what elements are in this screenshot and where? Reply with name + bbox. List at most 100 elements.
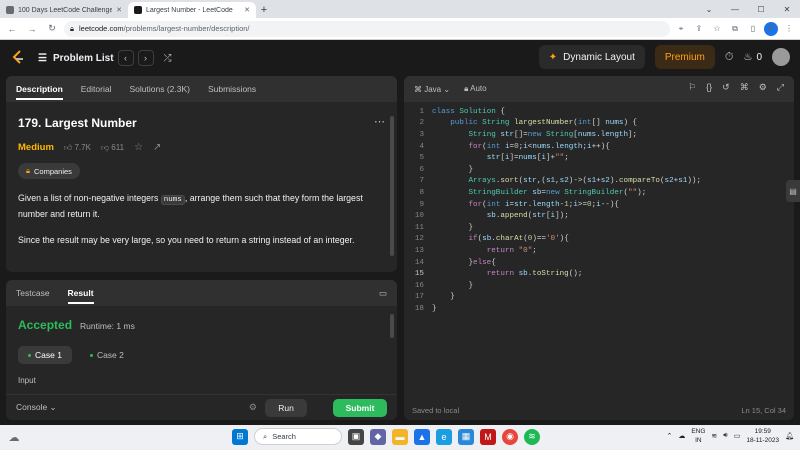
submit-button[interactable]: Submit [333,399,387,417]
back-icon[interactable]: ← [4,21,20,37]
tab-search-icon[interactable]: ⌄ [696,0,722,18]
search-label: Search [272,432,296,441]
console-button[interactable]: Console ⌄ [16,402,57,413]
cloud-icon[interactable]: ☁ [678,432,685,440]
minimize-icon[interactable]: — [722,0,748,18]
companies-tag[interactable]: 🔒︎ Companies [18,163,80,179]
prev-problem-button[interactable]: ‹ [117,50,134,66]
console-label: Console [16,402,48,412]
google-lens-icon[interactable]: ⌖ [674,22,688,36]
leetcode-favicon-icon [134,6,142,14]
language-indicator[interactable]: ENG IN [691,427,705,445]
leetcode-logo-icon[interactable] [10,50,26,66]
tab-solutions[interactable]: Solutions (2.3K) [129,84,189,94]
pass-dot-icon [89,353,93,357]
code-area[interactable]: 1 class Solution { 2 public String larges… [404,106,794,315]
like-button[interactable]: 👍︎ 7.7K [64,143,91,153]
settings-icon[interactable]: ⚙ [759,82,767,93]
bookmark-icon[interactable]: ⚐ [688,82,696,93]
forward-icon[interactable]: → [24,21,40,37]
shuffle-icon[interactable]: ⤮ [164,53,172,64]
taskbar-search[interactable]: ⌕ Search [254,428,342,445]
tab-title: Largest Number - LeetCode [146,6,233,14]
volume-icon[interactable]: 🔊︎ [723,432,727,440]
more-options-icon[interactable]: ⋯ [374,115,385,128]
code-line: 1 class Solution { [419,107,505,116]
problem-list-link[interactable]: ☰ Problem List [38,53,114,64]
mcafee-icon[interactable]: M [480,428,496,445]
case-2-tab[interactable]: Case 2 [80,346,134,364]
chevron-up-icon[interactable]: ⌃ [666,432,672,440]
code-line: 9 for(int i=str.length-1;i>=0;i--){ [419,200,619,209]
next-problem-button[interactable]: › [137,50,154,66]
url-input[interactable]: 🔒︎ leetcode.com/problems/largest-number/… [64,20,670,37]
notification-icon[interactable]: 🔔︎ [785,432,794,440]
side-panel-toggle-icon[interactable]: ▤ [786,180,800,202]
fullscreen-icon[interactable]: ⤢ [777,82,784,93]
star-icon[interactable]: ☆ [134,142,143,153]
sidebar-icon[interactable]: ▯ [746,22,760,36]
spotify-icon[interactable]: ≋ [524,428,540,445]
case-1-tab[interactable]: Case 1 [18,346,72,364]
description-panel: Description Editorial Solutions (2.3K) S… [6,76,397,272]
new-tab-button[interactable]: + [256,2,272,18]
tab-description[interactable]: Description [16,84,63,100]
share-icon[interactable]: ⇪ [692,22,706,36]
code-line: 5 str[i]=nums[i]+""; [419,154,569,163]
close-tab-icon[interactable]: ✕ [116,6,122,14]
profile-avatar[interactable]: P [764,21,778,36]
user-avatar[interactable] [772,48,790,66]
braces-icon[interactable]: {} [706,82,712,93]
menu-icon[interactable]: ⋮ [782,22,796,36]
close-window-icon[interactable]: ✕ [774,0,800,18]
code-line: 3 String str[]=new String[nums.length]; [419,130,638,139]
tab-submissions[interactable]: Submissions [208,84,256,94]
tab-result[interactable]: Result [67,288,94,304]
dynamic-layout-button[interactable]: ✦ Dynamic Layout [538,45,645,69]
debug-icon[interactable]: ⚙ [249,402,257,413]
close-tab-icon[interactable]: ✕ [244,6,250,14]
browser-tab-1[interactable]: 100 Days LeetCode Challenge - ... ✕ [0,2,128,18]
chrome-icon[interactable]: ◉ [502,428,518,445]
premium-button[interactable]: Premium [654,45,715,69]
companies-label: Companies [34,166,72,176]
photos-icon[interactable]: ▲ [414,428,430,445]
share-link-icon[interactable]: ↗ [153,142,161,153]
language-label: Java [424,84,442,94]
language-select[interactable]: ⌘ Java ⌄ [414,85,450,94]
timer-icon[interactable]: ⏱ [725,51,734,64]
browser-tab-2[interactable]: Largest Number - LeetCode ✕ [128,2,256,18]
result-scrollbar[interactable] [390,314,394,338]
chat-icon[interactable]: ◆ [370,428,386,445]
store-icon[interactable]: ▦ [458,428,474,445]
streak-counter[interactable]: ♨ 0 [743,52,762,63]
windows-start-icon[interactable]: ⊞ [232,428,248,445]
problem-note: Since the result may be very large, so y… [18,235,355,245]
auto-mode[interactable]: 🔒︎ Auto [464,84,487,94]
dynamic-layout-label: Dynamic Layout [563,51,635,63]
reload-icon[interactable]: ↻ [44,21,60,37]
shortcut-icon[interactable]: ⌘ [740,82,749,93]
dislike-button[interactable]: 👎︎ 611 [101,143,124,153]
pass-dot-icon [28,353,31,357]
collapse-panel-icon[interactable]: ▭ [379,288,387,299]
tab-editorial[interactable]: Editorial [81,84,112,94]
weather-icon[interactable]: ☁ [6,430,22,446]
maximize-icon[interactable]: ☐ [748,0,774,18]
edge-icon[interactable]: e [436,428,452,445]
reset-icon[interactable]: ↺ [722,82,730,93]
tab-testcase[interactable]: Testcase [16,288,50,298]
difficulty-badge: Medium [18,142,54,153]
clock[interactable]: 19:59 18-11-2023 [746,427,779,445]
run-button[interactable]: Run [265,399,307,417]
description-scrollbar[interactable] [390,116,394,256]
task-view-icon[interactable]: ▣ [348,428,364,445]
battery-icon[interactable]: ▭ [734,432,741,440]
editor-header: ⌘ Java ⌄ 🔒︎ Auto ⚐ {} ↺ ⌘ ⚙ ⤢ [404,76,794,102]
code-line: 13 return "0"; [414,246,537,255]
file-explorer-icon[interactable]: ▬ [392,428,408,445]
wifi-icon[interactable]: ≋ [711,432,717,440]
bookmark-star-icon[interactable]: ☆ [710,22,724,36]
extensions-icon[interactable]: ⧉ [728,22,742,36]
search-icon: ⌕ [263,431,268,441]
